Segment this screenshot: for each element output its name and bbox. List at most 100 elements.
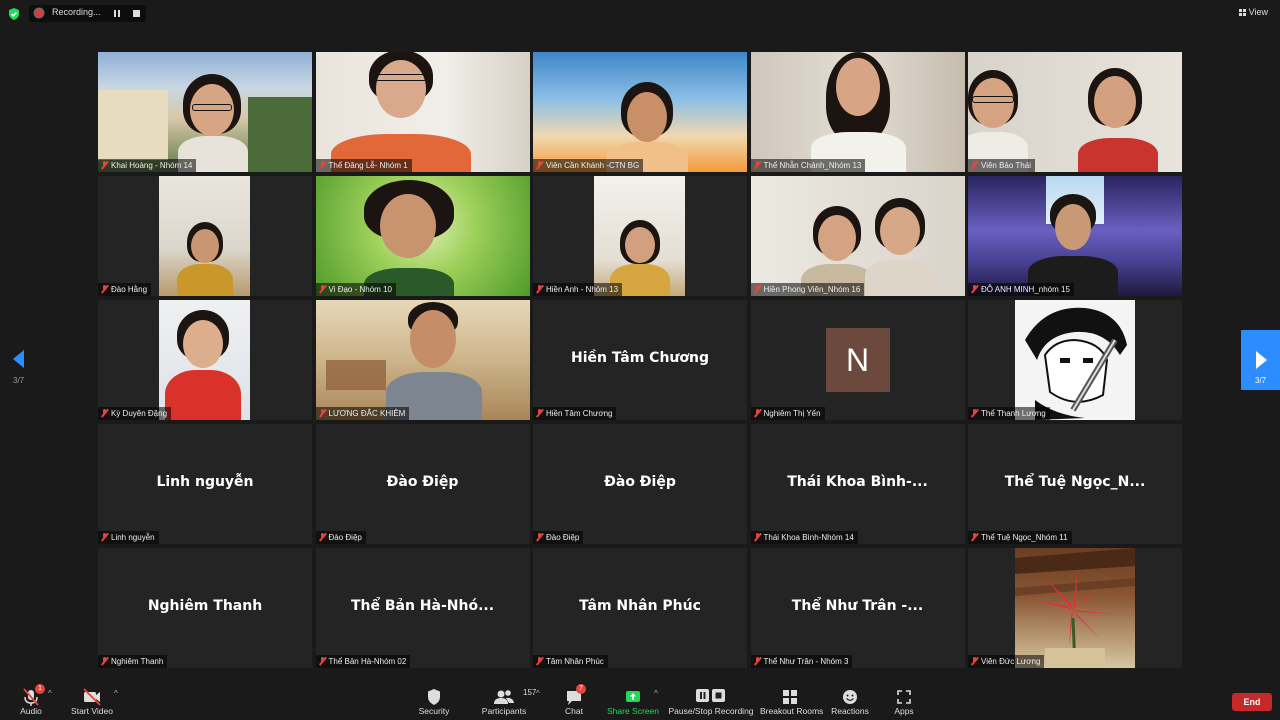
flower-image xyxy=(1015,548,1135,668)
muted-mic-icon xyxy=(536,657,543,665)
recording-label: Recording... xyxy=(52,7,101,17)
participant-tile[interactable]: Thể Nhẫn Chánh_Nhóm 13 xyxy=(750,52,965,172)
muted-mic-icon xyxy=(319,533,326,541)
reactions-button[interactable]: Reactions xyxy=(830,680,870,720)
participant-tile[interactable]: Kỳ Duyên Đặng xyxy=(98,300,312,420)
muted-mic-icon xyxy=(101,657,108,665)
participant-tile[interactable]: Hiền Phong Viên_Nhóm 16 xyxy=(750,176,965,296)
participant-tile[interactable]: Khai Hoàng - Nhóm 14 xyxy=(98,52,312,172)
participant-tile[interactable]: Thể Đăng Lễ- Nhóm 1 xyxy=(315,52,530,172)
recording-label: Pause/Stop Recording xyxy=(668,706,754,716)
participant-tile[interactable]: Hiền Anh - Nhóm 13 xyxy=(533,176,747,296)
participant-tile[interactable]: Nghiêm Thanh Nghiêm Thanh xyxy=(98,548,312,668)
participant-name-label: Linh nguyễn xyxy=(98,531,159,544)
participant-tile[interactable]: Vi Đạo - Nhóm 10 xyxy=(315,176,530,296)
participant-name-label: LƯƠNG ĐẮC KHIÊM xyxy=(315,407,410,420)
participant-tile[interactable]: Viên Đức Lương xyxy=(968,548,1182,668)
participant-display-name: Tâm Nhân Phúc xyxy=(579,598,701,614)
participant-tile[interactable]: Thể Tuệ Ngọc_N... Thể Tuệ Ngọc_Nhóm 11 xyxy=(968,424,1182,544)
participant-name-label: Tâm Nhân Phúc xyxy=(533,655,608,668)
pause-stop-recording-icon xyxy=(695,686,727,708)
participant-name-label: Thể Nhẫn Chánh_Nhóm 13 xyxy=(750,159,866,172)
breakout-rooms-button[interactable]: Breakout Rooms xyxy=(760,680,823,720)
participant-display-name: Thể Như Trân -... xyxy=(791,598,924,614)
muted-mic-icon xyxy=(101,533,108,541)
participants-label: Participants xyxy=(481,706,527,716)
page-indicator-right: 3/7 xyxy=(1255,376,1267,385)
muted-mic-icon xyxy=(101,409,108,417)
share-screen-button[interactable]: Share Screen xyxy=(606,680,660,720)
participant-tile[interactable]: Đào Hằng xyxy=(98,176,312,296)
participant-name-label: Vi Đạo - Nhóm 10 xyxy=(315,283,396,296)
camera-off-icon xyxy=(82,686,102,708)
muted-mic-icon xyxy=(536,533,543,541)
start-video-button[interactable]: Start Video xyxy=(68,680,116,720)
recording-dot-icon xyxy=(35,9,43,17)
participant-display-name: Hiền Tâm Chương xyxy=(570,350,709,366)
next-page-button[interactable]: 3/7 xyxy=(1241,330,1280,390)
chat-button[interactable]: 7 Chat xyxy=(560,680,588,720)
video-feed xyxy=(315,176,530,296)
participant-tile[interactable]: Đào Điệp Đào Điệp xyxy=(315,424,530,544)
pause-stop-recording-button[interactable]: Pause/Stop Recording xyxy=(668,680,754,720)
participant-name-label: Nghiêm Thanh xyxy=(98,655,168,668)
top-bar: Recording... View xyxy=(0,0,1280,28)
participant-display-name: Đào Điệp xyxy=(386,474,459,490)
participant-tile[interactable]: Tâm Nhân Phúc Tâm Nhân Phúc xyxy=(533,548,747,668)
participant-tile[interactable]: Đào Điệp Đào Điệp xyxy=(533,424,747,544)
anime-drawing-image xyxy=(1025,307,1127,420)
arrow-right-icon xyxy=(1256,351,1267,369)
participant-tile[interactable]: Linh nguyễn Linh nguyễn xyxy=(98,424,312,544)
participant-tile[interactable]: Thái Khoa Bình-... Thái Khoa Bình-Nhóm 1… xyxy=(750,424,965,544)
stop-recording-icon[interactable] xyxy=(133,10,140,17)
participant-display-name: Thể Tuệ Ngọc_N... xyxy=(1004,474,1146,490)
participant-tile[interactable]: Hiền Tâm Chương Hiền Tâm Chương xyxy=(533,300,747,420)
end-meeting-button[interactable]: End xyxy=(1232,693,1272,711)
participant-tile[interactable]: Thể Bản Hà-Nhó... Thể Bản Hà-Nhóm 02 xyxy=(315,548,530,668)
participant-tile[interactable]: ĐỖ ANH MINH_nhóm 15 xyxy=(968,176,1182,296)
participant-tile[interactable]: Thể Như Trân -... Thể Như Trân - Nhóm 3 xyxy=(750,548,965,668)
muted-mic-icon xyxy=(971,657,978,665)
participant-tile[interactable]: Thể Thanh Lương xyxy=(968,300,1182,420)
muted-mic-icon xyxy=(754,657,761,665)
muted-mic-icon xyxy=(319,161,326,169)
video-feed xyxy=(750,52,965,172)
participant-name-label: Thể Tuệ Ngọc_Nhóm 11 xyxy=(968,531,1072,544)
participant-display-name: Linh nguyễn xyxy=(156,474,254,490)
muted-mic-icon xyxy=(536,409,543,417)
video-feed xyxy=(315,52,530,172)
participant-name-label: Thể Thanh Lương xyxy=(968,407,1050,420)
audio-options-chevron-icon[interactable]: ^ xyxy=(48,689,52,698)
video-options-chevron-icon[interactable]: ^ xyxy=(114,689,118,698)
participant-name-label: Viên Đức Lương xyxy=(968,655,1045,668)
participant-display-name: Nghiêm Thanh xyxy=(147,598,263,614)
participants-button[interactable]: 157 Participants xyxy=(480,680,537,720)
share-screen-label: Share Screen xyxy=(607,706,659,716)
gallery-view: Khai Hoàng - Nhóm 14 Thể Đăng Lễ- Nhóm 1… xyxy=(98,52,1182,668)
participant-name-label: Hiền Anh - Nhóm 13 xyxy=(533,283,623,296)
security-shield-icon xyxy=(9,8,19,20)
participants-options-chevron-icon[interactable]: ^ xyxy=(536,689,540,698)
muted-mic-icon xyxy=(754,409,761,417)
participants-count: 157 xyxy=(523,688,537,697)
audio-button[interactable]: 1 Audio xyxy=(14,680,48,720)
share-options-chevron-icon[interactable]: ^ xyxy=(654,689,658,698)
participant-tile[interactable]: N Nghiêm Thị Yến xyxy=(750,300,965,420)
reactions-icon xyxy=(840,686,860,708)
participant-name-label: Viên Cần Khánh -CTN BG xyxy=(533,159,644,172)
apps-button[interactable]: Apps xyxy=(886,680,922,720)
page-indicator-left: 3/7 xyxy=(13,376,25,385)
participant-tile[interactable]: Viên Cần Khánh -CTN BG xyxy=(533,52,747,172)
previous-page-button[interactable]: 3/7 xyxy=(10,348,30,388)
participant-tile[interactable]: Viên Bảo Thái xyxy=(968,52,1182,172)
security-button[interactable]: Security xyxy=(414,680,454,720)
muted-mic-icon xyxy=(754,285,761,293)
participant-name-label: Kỳ Duyên Đặng xyxy=(98,407,172,420)
view-button[interactable]: View xyxy=(1238,7,1268,17)
participant-tile[interactable]: LƯƠNG ĐẮC KHIÊM xyxy=(315,300,530,420)
video-feed xyxy=(159,176,250,296)
pause-recording-icon[interactable] xyxy=(114,10,120,17)
video-feed xyxy=(594,176,685,296)
participant-name-label: Đào Hằng xyxy=(98,283,152,296)
share-screen-icon xyxy=(623,686,643,708)
